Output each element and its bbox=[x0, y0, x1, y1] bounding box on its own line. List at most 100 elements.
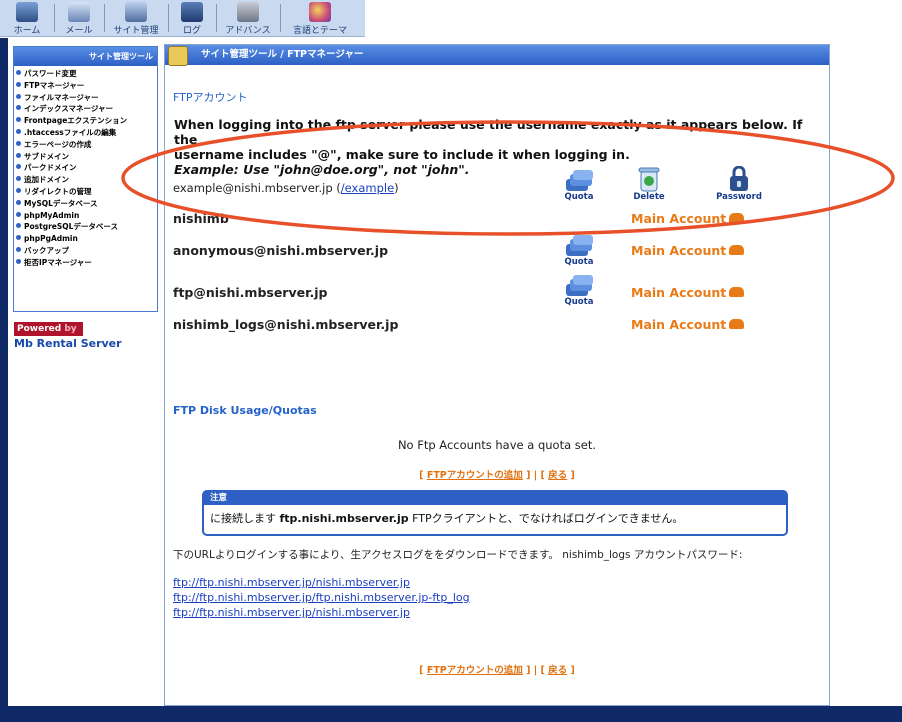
sidebar-item-error-pages[interactable]: エラーページの作成 bbox=[16, 139, 157, 151]
main-account-label: Main Account bbox=[631, 317, 745, 332]
disk-usage-title: FTP Disk Usage/Quotas bbox=[173, 404, 317, 417]
bullet-icon bbox=[16, 223, 21, 229]
sidebar-item-phppgadmin[interactable]: phpPgAdmin bbox=[16, 233, 157, 245]
nav-separator bbox=[54, 4, 55, 32]
sidebar-item-password[interactable]: パスワード変更 bbox=[16, 68, 157, 80]
nav-separator bbox=[280, 4, 281, 32]
sidebar: サイト管理ツール パスワード変更 FTPマネージャー ファイルマネージャー イン… bbox=[13, 46, 158, 312]
sidebar-item-mysql[interactable]: MySQLデータベース bbox=[16, 198, 157, 210]
bullet-icon bbox=[16, 199, 21, 205]
no-quota-message: No Ftp Accounts have a quota set. bbox=[397, 438, 597, 452]
quota-button[interactable]: Quota bbox=[557, 235, 601, 267]
sidebar-item-file-manager[interactable]: ファイルマネージャー bbox=[16, 92, 157, 104]
account-row-example: example@nishi.mbserver.jp (/example) bbox=[173, 181, 399, 195]
bullet-icon bbox=[16, 211, 21, 217]
ftp-accounts-title: FTPアカウント bbox=[173, 91, 248, 104]
add-ftp-account-link[interactable]: FTPアカウントの追加 bbox=[427, 665, 523, 676]
bullet-icon bbox=[16, 128, 21, 134]
nav-mail[interactable]: メール bbox=[56, 0, 102, 36]
quota-button[interactable]: Quota bbox=[557, 275, 601, 307]
bullet-icon bbox=[16, 152, 21, 158]
main-account-label: Main Account bbox=[631, 211, 745, 226]
log-icon bbox=[181, 2, 203, 22]
sidebar-item-phpmyadmin[interactable]: phpMyAdmin bbox=[16, 210, 157, 222]
bullet-icon bbox=[16, 235, 21, 241]
sidebar-item-index-manager[interactable]: インデックスマネージャー bbox=[16, 103, 157, 115]
nav-separator bbox=[104, 4, 105, 32]
back-link[interactable]: 戻る bbox=[548, 665, 567, 676]
bullet-icon bbox=[16, 258, 21, 264]
sidebar-item-htaccess[interactable]: .htaccessファイルの編集 bbox=[16, 127, 157, 139]
sidebar-item-redirects[interactable]: リダイレクトの管理 bbox=[16, 186, 157, 198]
ftp-manager-icon bbox=[168, 46, 188, 66]
notice-body: に接続します ftp.nishi.mbserver.jp FTPクライアントと、… bbox=[210, 512, 684, 525]
main-panel: サイト管理ツール / FTPマネージャー FTPアカウント When loggi… bbox=[164, 44, 830, 706]
nav-log[interactable]: ログ bbox=[170, 0, 214, 36]
main-account-label: Main Account bbox=[631, 285, 745, 300]
sidebar-item-addon-domains[interactable]: 追加ドメイン bbox=[16, 174, 157, 186]
theme-icon bbox=[309, 2, 331, 22]
bullet-icon bbox=[16, 93, 21, 99]
main-header: サイト管理ツール / FTPマネージャー bbox=[165, 45, 829, 66]
account-row-ftp: ftp@nishi.mbserver.jp bbox=[173, 285, 328, 300]
bullet-icon bbox=[16, 70, 21, 75]
sidebar-item-subdomains[interactable]: サブドメイン bbox=[16, 151, 157, 163]
quota-button[interactable]: Quota bbox=[557, 170, 601, 202]
nav-language-theme[interactable]: 言語とテーマ bbox=[282, 0, 358, 36]
sidebar-item-backup[interactable]: バックアップ bbox=[16, 245, 157, 257]
account-row-anonymous: anonymous@nishi.mbserver.jp bbox=[173, 243, 389, 258]
nav-advanced[interactable]: アドバンス bbox=[218, 0, 278, 36]
logs-description: 下のURLよりログインする事により、生アクセスログををダウンロードできます。 n… bbox=[173, 549, 743, 561]
site-icon bbox=[125, 2, 147, 22]
bullet-icon bbox=[16, 246, 21, 252]
back-link[interactable]: 戻る bbox=[548, 470, 567, 481]
quota-icon bbox=[566, 275, 593, 296]
action-links-top: [ FTPアカウントの追加 ] | [ 戻る ] bbox=[419, 470, 575, 481]
account-path-link[interactable]: /example bbox=[341, 181, 394, 195]
password-button[interactable]: Password bbox=[713, 166, 765, 202]
brand-link[interactable]: Mb Rental Server bbox=[14, 337, 122, 350]
sidebar-item-ip-deny[interactable]: 拒否IPマネージャー bbox=[16, 257, 157, 269]
nav-site-admin[interactable]: サイト管理 bbox=[106, 0, 166, 36]
nav-home[interactable]: ホーム bbox=[2, 0, 52, 36]
action-links-bottom: [ FTPアカウントの追加 ] | [ 戻る ] bbox=[419, 665, 575, 676]
log-link[interactable]: ftp://ftp.nishi.mbserver.jp/nishi.mbserv… bbox=[173, 606, 410, 619]
sidebar-item-parked-domains[interactable]: パークドメイン bbox=[16, 162, 157, 174]
nav-separator bbox=[168, 4, 169, 32]
sidebar-item-frontpage[interactable]: Frontpageエクステンション bbox=[16, 115, 157, 127]
mail-icon bbox=[68, 2, 90, 22]
bullet-icon bbox=[16, 187, 21, 193]
add-ftp-account-link[interactable]: FTPアカウントの追加 bbox=[427, 470, 523, 481]
log-link[interactable]: ftp://ftp.nishi.mbserver.jp/ftp.nishi.mb… bbox=[173, 591, 470, 604]
home-icon bbox=[16, 2, 38, 22]
delete-button[interactable]: Delete bbox=[627, 166, 671, 202]
bullet-icon bbox=[16, 164, 21, 170]
bullet-icon bbox=[16, 117, 21, 123]
bottom-frame-bar bbox=[0, 706, 902, 722]
left-frame-bar bbox=[0, 38, 8, 722]
lock-icon bbox=[730, 166, 748, 191]
sidebar-item-postgresql[interactable]: PostgreSQLデータベース bbox=[16, 221, 157, 233]
bullet-icon bbox=[16, 105, 21, 111]
page-title: サイト管理ツール / FTPマネージャー bbox=[201, 49, 364, 60]
users-icon bbox=[729, 213, 745, 223]
notice-box: 注意 に接続します ftp.nishi.mbserver.jp FTPクライアン… bbox=[202, 490, 788, 536]
users-icon bbox=[729, 245, 745, 255]
notice-title: 注意 bbox=[204, 492, 786, 505]
sidebar-title: サイト管理ツール bbox=[14, 47, 157, 66]
quota-icon bbox=[566, 235, 593, 256]
sidebar-item-ftp-manager[interactable]: FTPマネージャー bbox=[16, 80, 157, 92]
account-row-main: nishimb bbox=[173, 211, 229, 226]
bullet-icon bbox=[16, 81, 21, 87]
advanced-icon bbox=[237, 2, 259, 22]
users-icon bbox=[729, 319, 745, 329]
powered-by-badge[interactable]: Powered by bbox=[14, 322, 83, 336]
bullet-icon bbox=[16, 140, 21, 146]
users-icon bbox=[729, 287, 745, 297]
main-account-label: Main Account bbox=[631, 243, 745, 258]
account-row-logs: nishimb_logs@nishi.mbserver.jp bbox=[173, 317, 399, 332]
top-navigation: ホーム メール サイト管理 ログ アドバンス 言語とテーマ bbox=[0, 0, 902, 38]
nav-separator bbox=[216, 4, 217, 32]
log-link[interactable]: ftp://ftp.nishi.mbserver.jp/nishi.mbserv… bbox=[173, 576, 410, 589]
sidebar-menu: パスワード変更 FTPマネージャー ファイルマネージャー インデックスマネージャ… bbox=[14, 68, 157, 269]
